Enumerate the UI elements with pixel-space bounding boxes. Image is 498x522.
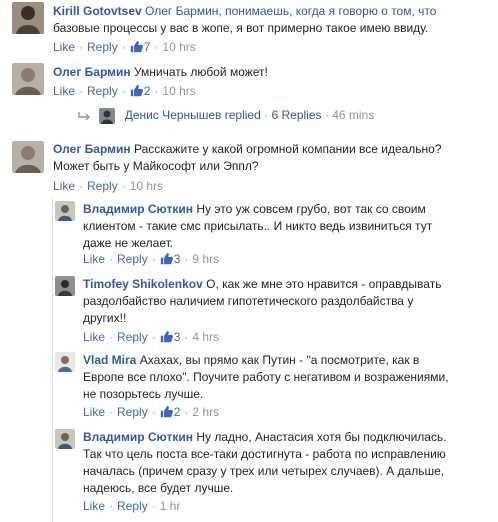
comment-text: клиентом - такие смс присылать.. И никто… <box>83 219 433 233</box>
avatar-image <box>12 63 44 95</box>
comment-body: Олег Бармин Расскажите у какой огромной … <box>53 141 483 175</box>
avatar-image <box>12 141 44 173</box>
comment-author[interactable]: Timofey Shikolenkov <box>83 277 203 291</box>
avatar[interactable] <box>12 141 44 173</box>
comment-body: Владимир Сюткин Ну это уж совсем грубо, … <box>83 201 483 252</box>
comment-time[interactable]: 10 hrs <box>130 179 163 193</box>
comment-actions: Like · Reply · 3 · 9 hrs <box>83 252 220 266</box>
comment-body: Kirill Gotovtsev Олег Бармин, понимаешь,… <box>53 3 483 37</box>
comment: Олег Бармин Умничать любой может! Like · R… <box>0 60 498 130</box>
comment-author[interactable]: Олег Бармин <box>53 65 131 79</box>
comment-time[interactable]: 9 hrs <box>192 252 219 266</box>
comment-time[interactable]: 2 hrs <box>192 405 219 419</box>
reply-link[interactable]: Reply <box>117 330 148 344</box>
reply-link[interactable]: Reply <box>87 40 118 54</box>
like-link[interactable]: Like <box>83 252 105 266</box>
comment-body: Олег Бармин Умничать любой может! <box>53 64 483 81</box>
like-link[interactable]: Like <box>83 405 105 419</box>
comment-text: Ну это уж совсем грубо, вот так со своим <box>196 202 426 216</box>
thumbs-up-icon <box>160 252 173 265</box>
thumbs-up-icon <box>160 405 173 418</box>
comment-time[interactable]: 1 hr <box>160 499 181 513</box>
comment-text: Так что цель поста все-таки достигнута -… <box>83 447 446 461</box>
comment-actions: Like · Reply · 7 · 10 hrs <box>53 40 196 54</box>
comment-text: началась (причем сразу у трех или четыре… <box>83 464 445 478</box>
comment-text: Ну ладно, Анастасия хотя бы подключилась… <box>196 430 447 444</box>
comment-author[interactable]: Владимир Сюткин <box>83 430 193 444</box>
reply-link[interactable]: Reply <box>87 179 118 193</box>
like-count[interactable]: 2 <box>160 405 180 419</box>
comment-text: Ахахах, вы прямо как Путин - "а посмотри… <box>139 353 420 367</box>
comment-text: не позорьтесь лучше. <box>83 387 204 401</box>
reply-link[interactable]: Reply <box>117 252 148 266</box>
avatar[interactable] <box>12 63 44 95</box>
like-link[interactable]: Like <box>53 40 75 54</box>
reply-link[interactable]: Reply <box>117 405 148 419</box>
avatar-image <box>55 201 75 221</box>
like-count[interactable]: 7 <box>130 40 150 54</box>
comment-text: надеюсь, все будет лучше. <box>83 481 234 495</box>
like-count[interactable]: 3 <box>160 252 180 266</box>
avatar <box>99 107 116 124</box>
avatar[interactable] <box>12 2 44 34</box>
reply-link[interactable]: Reply <box>87 84 118 98</box>
comment-text: раздолбайство наличием гипотетического р… <box>83 294 414 308</box>
avatar[interactable] <box>55 201 75 221</box>
comment-actions: Like · Reply · 2 · 2 hrs <box>83 405 220 419</box>
comment-text: Европе все плохо". Поучите работу с нега… <box>83 370 449 384</box>
reply-link[interactable]: Reply <box>117 499 148 513</box>
avatar[interactable] <box>55 276 75 296</box>
comment-body: Владимир Сюткин Ну ладно, Анастасия хотя… <box>83 429 483 497</box>
reply-comment: Timofey Shikolenkov О, как же мне это нр… <box>0 273 498 347</box>
avatar-image <box>55 276 75 296</box>
comment-body: Vlad Mira Ахахах, вы прямо как Путин - "… <box>83 352 483 403</box>
replier-name[interactable]: Денис Чернышев replied <box>125 108 261 122</box>
reply-comment: Vlad Mira Ахахах, вы прямо как Путин - "… <box>0 349 498 423</box>
thumbs-up-icon <box>130 40 143 53</box>
comment-actions: Like · Reply · 10 hrs <box>53 179 164 193</box>
replies-summary[interactable]: Денис Чернышев replied · 6 Replies · 46 … <box>78 107 375 124</box>
like-link[interactable]: Like <box>53 179 75 193</box>
comment-author[interactable]: Kirill Gotovtsev <box>53 4 142 18</box>
comment-text: Расскажите у какой огромной компании все… <box>133 142 442 156</box>
thumbs-up-icon <box>160 330 173 343</box>
like-count[interactable]: 2 <box>130 84 150 98</box>
comment-actions: Like · Reply · 1 hr <box>83 499 181 513</box>
avatar-image <box>55 429 75 449</box>
comment-time[interactable]: 10 hrs <box>162 40 195 54</box>
reply-arrow-icon <box>78 111 90 120</box>
comment-actions: Like · Reply · 2 · 10 hrs <box>53 84 196 98</box>
comment-time[interactable]: 4 hrs <box>192 330 219 344</box>
comment-text: Олег Бармин, понимаешь, когда я говорю о… <box>145 4 437 18</box>
comment: Kirill Gotovtsev Олег Бармин, понимаешь,… <box>0 0 498 60</box>
comment-text: Умничать любой может! <box>133 65 268 79</box>
comment-text: О, как же мне это нравится - оправдывать <box>206 277 442 291</box>
replies-time: 46 mins <box>332 108 375 122</box>
comment-time[interactable]: 10 hrs <box>162 84 195 98</box>
comment-author[interactable]: Vlad Mira <box>83 353 136 367</box>
comment-body: Timofey Shikolenkov О, как же мне это нр… <box>83 276 483 327</box>
comment-text: базовые процессы у вас в жопе, я вот при… <box>53 21 429 35</box>
comment-text: других!! <box>83 311 127 325</box>
replies-count[interactable]: 6 Replies <box>271 108 321 122</box>
avatar-image <box>55 352 75 372</box>
avatar[interactable] <box>55 429 75 449</box>
avatar-image <box>99 107 116 124</box>
like-link[interactable]: Like <box>83 499 105 513</box>
reply-comment: Владимир Сюткин Ну это уж совсем грубо, … <box>0 198 498 270</box>
comment-text: Может быть у Майкософт или Эппл? <box>53 159 259 173</box>
comment-author[interactable]: Владимир Сюткин <box>83 202 193 216</box>
comment-author[interactable]: Олег Бармин <box>53 142 131 156</box>
like-link[interactable]: Like <box>53 84 75 98</box>
like-count[interactable]: 3 <box>160 330 180 344</box>
comment: Олег Бармин Расскажите у какой огромной … <box>0 138 498 198</box>
thumbs-up-icon <box>130 84 143 97</box>
avatar[interactable] <box>55 352 75 372</box>
avatar-image <box>12 2 44 34</box>
comment-text: даже не желает. <box>83 236 174 250</box>
reply-comment: Владимир Сюткин Ну ладно, Анастасия хотя… <box>0 426 498 522</box>
comment-actions: Like · Reply · 3 · 4 hrs <box>83 330 220 344</box>
like-link[interactable]: Like <box>83 330 105 344</box>
